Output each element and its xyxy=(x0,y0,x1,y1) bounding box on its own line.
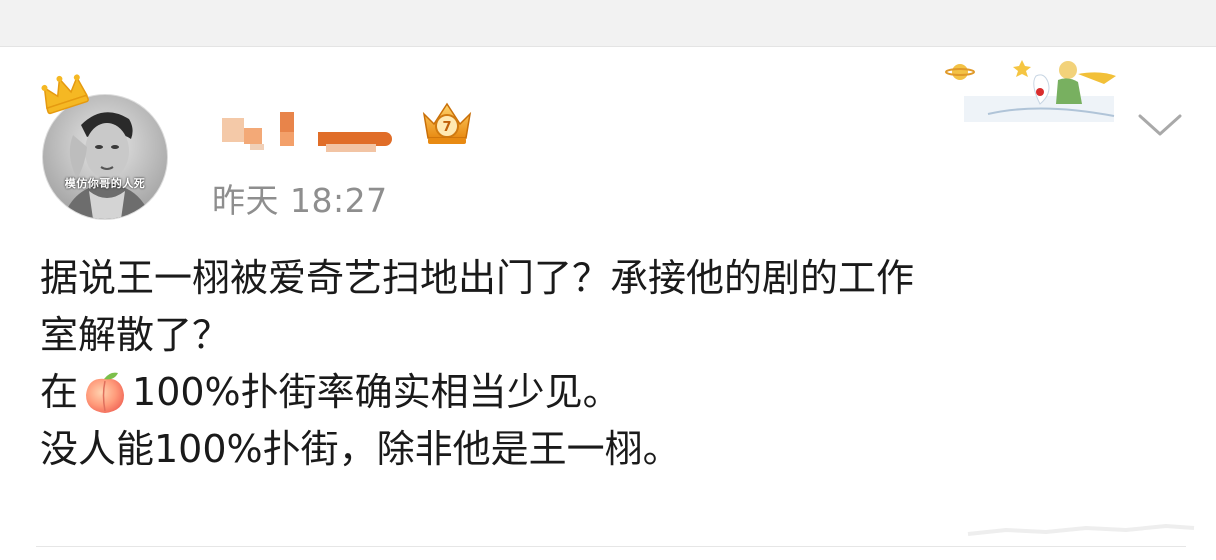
bottom-divider xyxy=(36,546,1186,547)
top-band xyxy=(0,0,1216,47)
avatar-caption: 模仿你哥的人死 xyxy=(64,177,146,190)
peach-emoji-icon xyxy=(86,372,125,413)
svg-text:7: 7 xyxy=(442,120,451,135)
little-prince-card-decoration xyxy=(945,60,1116,122)
post-body: 据说王一栩被爱奇艺扫地出门了？承接他的剧的工作 室解散了？ 在 100%扑街率确… xyxy=(40,250,1180,478)
post-body-line-2: 室解散了？ xyxy=(40,313,231,357)
author-avatar-group[interactable]: 模仿你哥的人死 xyxy=(36,70,176,220)
chevron-down-icon[interactable] xyxy=(1136,108,1184,142)
post-body-line-3: 在 100%扑街率确实相当少见。 xyxy=(40,364,1180,421)
post-body-line-3-prefix: 在 xyxy=(40,370,79,414)
post-timestamp: 昨天 18:27 xyxy=(212,181,388,220)
faint-watermark xyxy=(967,523,1195,536)
author-username-redacted[interactable] xyxy=(214,98,414,154)
crown-icon xyxy=(41,74,89,115)
post-body-line-3-suffix: 100%扑街率确实相当少见。 xyxy=(132,370,621,414)
post-body-line-4: 没人能100%扑街，除非他是王一栩。 xyxy=(40,427,681,471)
vip-crown-badge-icon[interactable]: 7 xyxy=(416,96,478,150)
post-body-line-1: 据说王一栩被爱奇艺扫地出门了？承接他的剧的工作 xyxy=(40,256,915,300)
